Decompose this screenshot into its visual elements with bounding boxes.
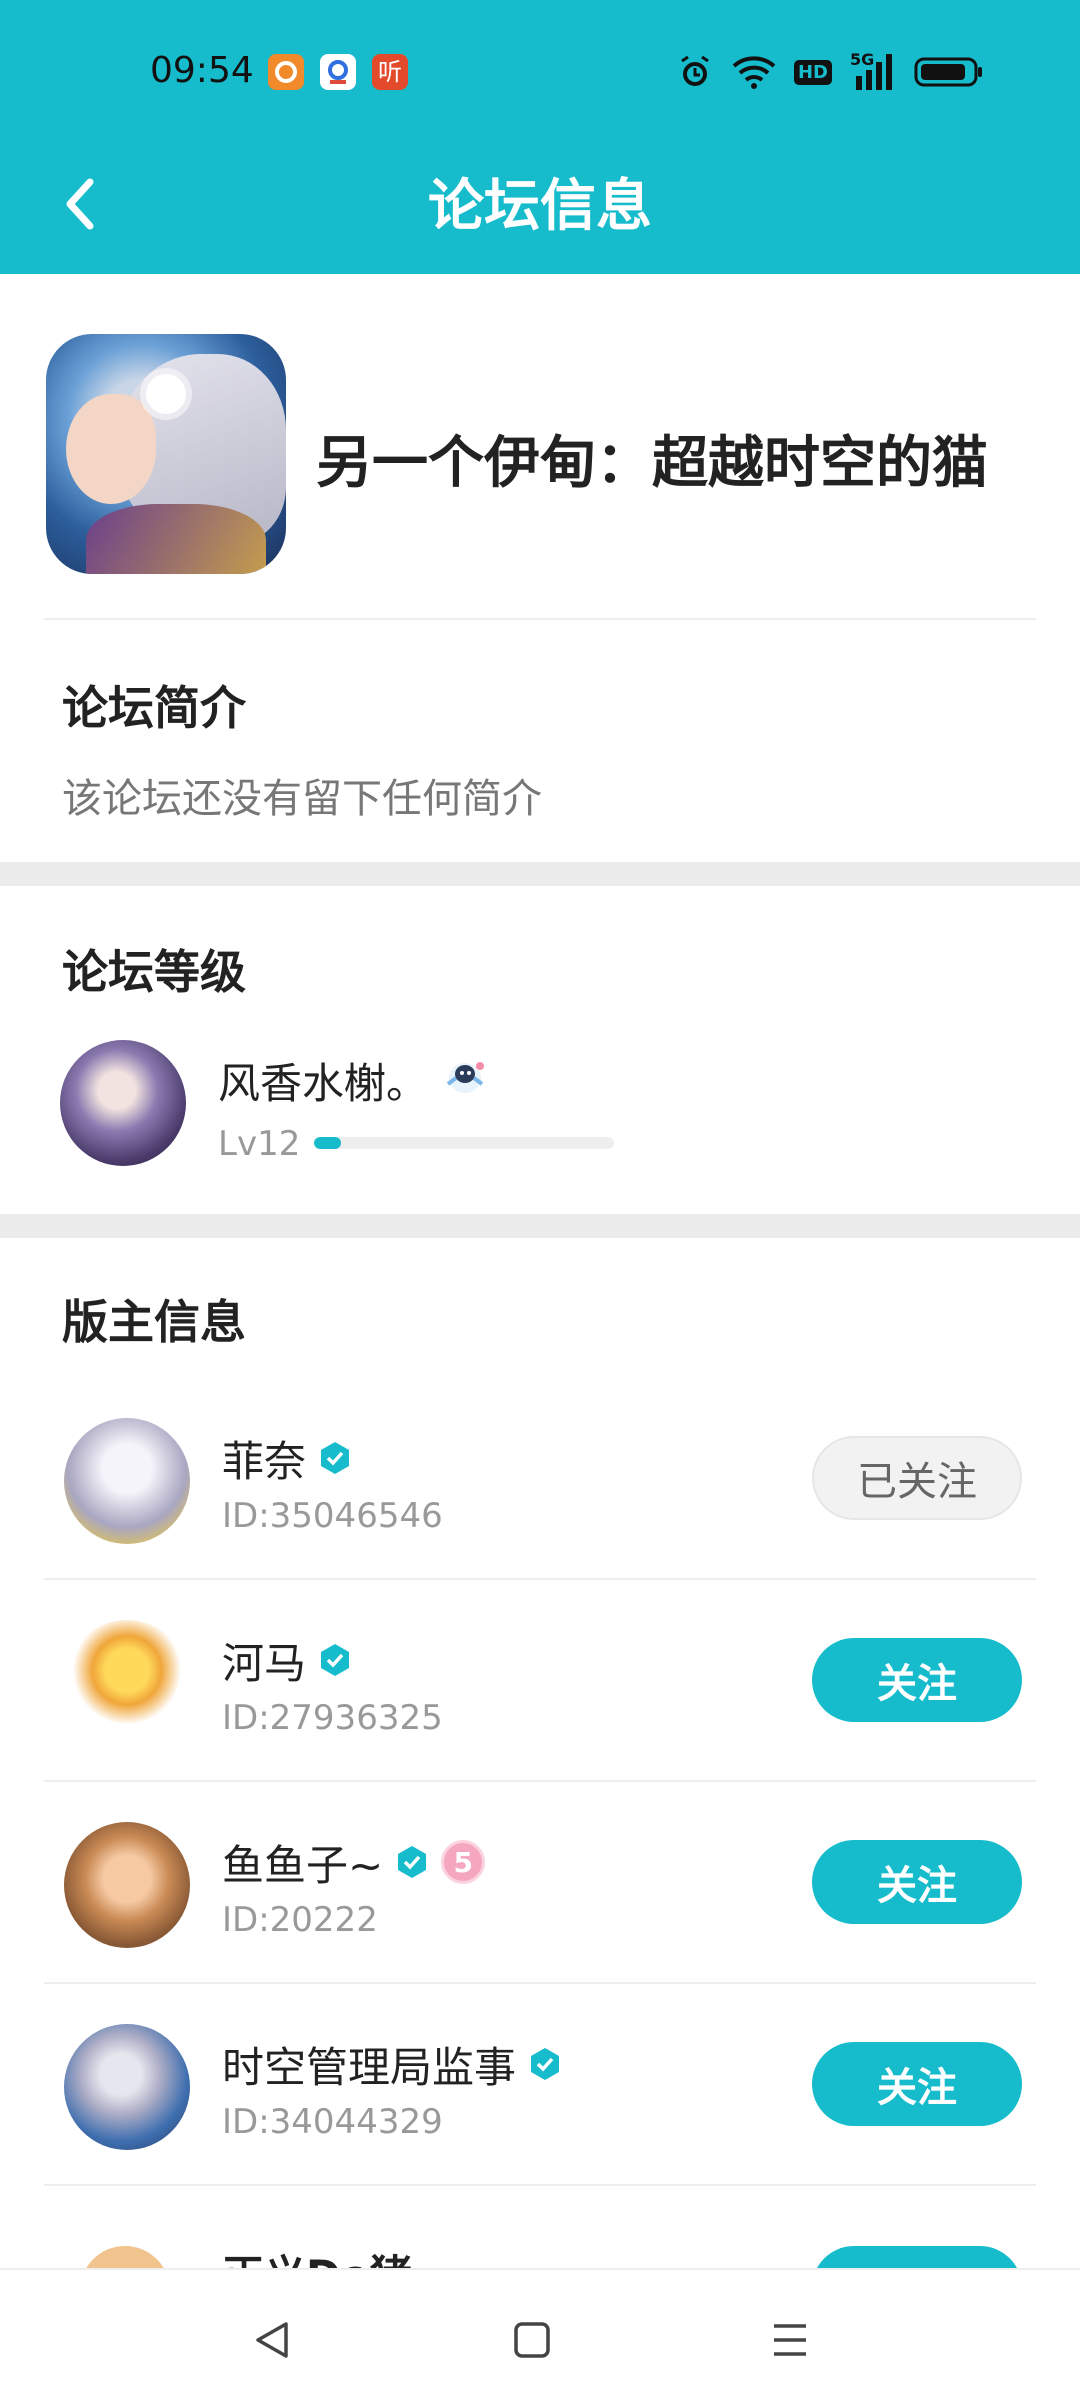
intro-title: 论坛简介 (62, 681, 246, 735)
level-row[interactable]: 风香水榭。 Lv12 (60, 1040, 1020, 1170)
battery-icon (914, 57, 982, 87)
menu-icon (774, 2324, 806, 2356)
moderator-id: ID:20222 (222, 1900, 378, 1940)
page-title: 论坛信息 (428, 174, 652, 239)
follow-button[interactable]: 关注 (812, 2042, 1022, 2126)
moderator-row-3[interactable]: 时空管理局监事 ID:34044329 关注 (44, 1984, 1036, 2186)
penguin-badge-icon (446, 1062, 484, 1093)
forum-icon (46, 334, 286, 574)
moderator-name: 菲奈 (222, 1436, 307, 1486)
square-home-icon (514, 2322, 550, 2358)
moderator-id: ID:27936325 (222, 1698, 443, 1738)
moderator-name: 鱼鱼子~ (222, 1840, 384, 1890)
follow-button[interactable]: 关注 (812, 1638, 1022, 1722)
level-label: Lv12 (218, 1124, 301, 1164)
top-app-bar: 09:54 听 HD 5G 论坛信息 (0, 0, 1080, 274)
nav-back-button[interactable] (232, 2300, 312, 2380)
section-divider (0, 1214, 1080, 1238)
moderator-id: ID:34044329 (222, 2102, 443, 2142)
avatar (64, 1620, 190, 1746)
moderator-name: 河马 (222, 1638, 307, 1688)
level-user-name: 风香水榭。 (218, 1059, 429, 1108)
app-blue-icon (320, 54, 356, 90)
level-progress-fill (314, 1137, 341, 1149)
triangle-back-icon (256, 2322, 288, 2358)
moderator-row-2[interactable]: 鱼鱼子~ 5 ID:20222 关注 (44, 1782, 1036, 1984)
avatar (80, 2246, 170, 2270)
avatar (60, 1040, 186, 1166)
level-badge: 5 (441, 1840, 486, 1884)
system-nav-bar (0, 2268, 1080, 2400)
moderators-title: 版主信息 (62, 1295, 246, 1349)
verified-icon (398, 1846, 427, 1878)
verified-icon (531, 2048, 560, 2080)
section-divider (0, 862, 1080, 886)
signal-5g-icon: 5G (850, 50, 896, 92)
moderator-row-0[interactable]: 菲奈 ID:35046546 已关注 (44, 1378, 1036, 1580)
level-title: 论坛等级 (62, 945, 246, 999)
moderator-id: ID:35046546 (222, 1496, 443, 1536)
moderator-name: 时空管理局监事 (222, 2042, 517, 2092)
status-right-icons: HD 5G (676, 50, 984, 94)
back-button[interactable] (40, 164, 120, 244)
forum-name: 另一个伊甸：超越时空的猫 (316, 431, 988, 496)
nav-home-button[interactable] (492, 2300, 572, 2380)
status-bar: 09:54 听 HD 5G (0, 0, 1080, 140)
forum-header: 另一个伊甸：超越时空的猫 (44, 334, 1036, 620)
moderator-name: 正义Do猪 (222, 2242, 412, 2270)
header: 论坛信息 (0, 140, 1080, 274)
avatar (64, 1822, 190, 1948)
intro-text: 该论坛还没有留下任何简介 (62, 776, 542, 822)
follow-button[interactable]: 关注 (812, 1840, 1022, 1924)
app-orange-icon (268, 54, 304, 90)
moderator-row-1[interactable]: 河马 ID:27936325 关注 (44, 1580, 1036, 1782)
chevron-left-icon (66, 178, 94, 230)
alarm-icon (681, 55, 709, 86)
level-progress-bar (314, 1137, 614, 1149)
hd-icon: HD (793, 59, 832, 85)
avatar (64, 2024, 190, 2150)
follow-button[interactable] (812, 2246, 1022, 2270)
avatar (64, 1418, 190, 1544)
nav-menu-button[interactable] (750, 2300, 830, 2380)
moderator-row-partial[interactable]: 正义Do猪 (44, 2236, 1036, 2270)
verified-icon (321, 1644, 350, 1676)
followed-button[interactable]: 已关注 (812, 1436, 1022, 1520)
verified-icon (321, 1442, 350, 1474)
app-ting-icon: 听 (372, 54, 408, 90)
status-time: 09:54 (150, 50, 254, 91)
wifi-icon (732, 56, 776, 89)
